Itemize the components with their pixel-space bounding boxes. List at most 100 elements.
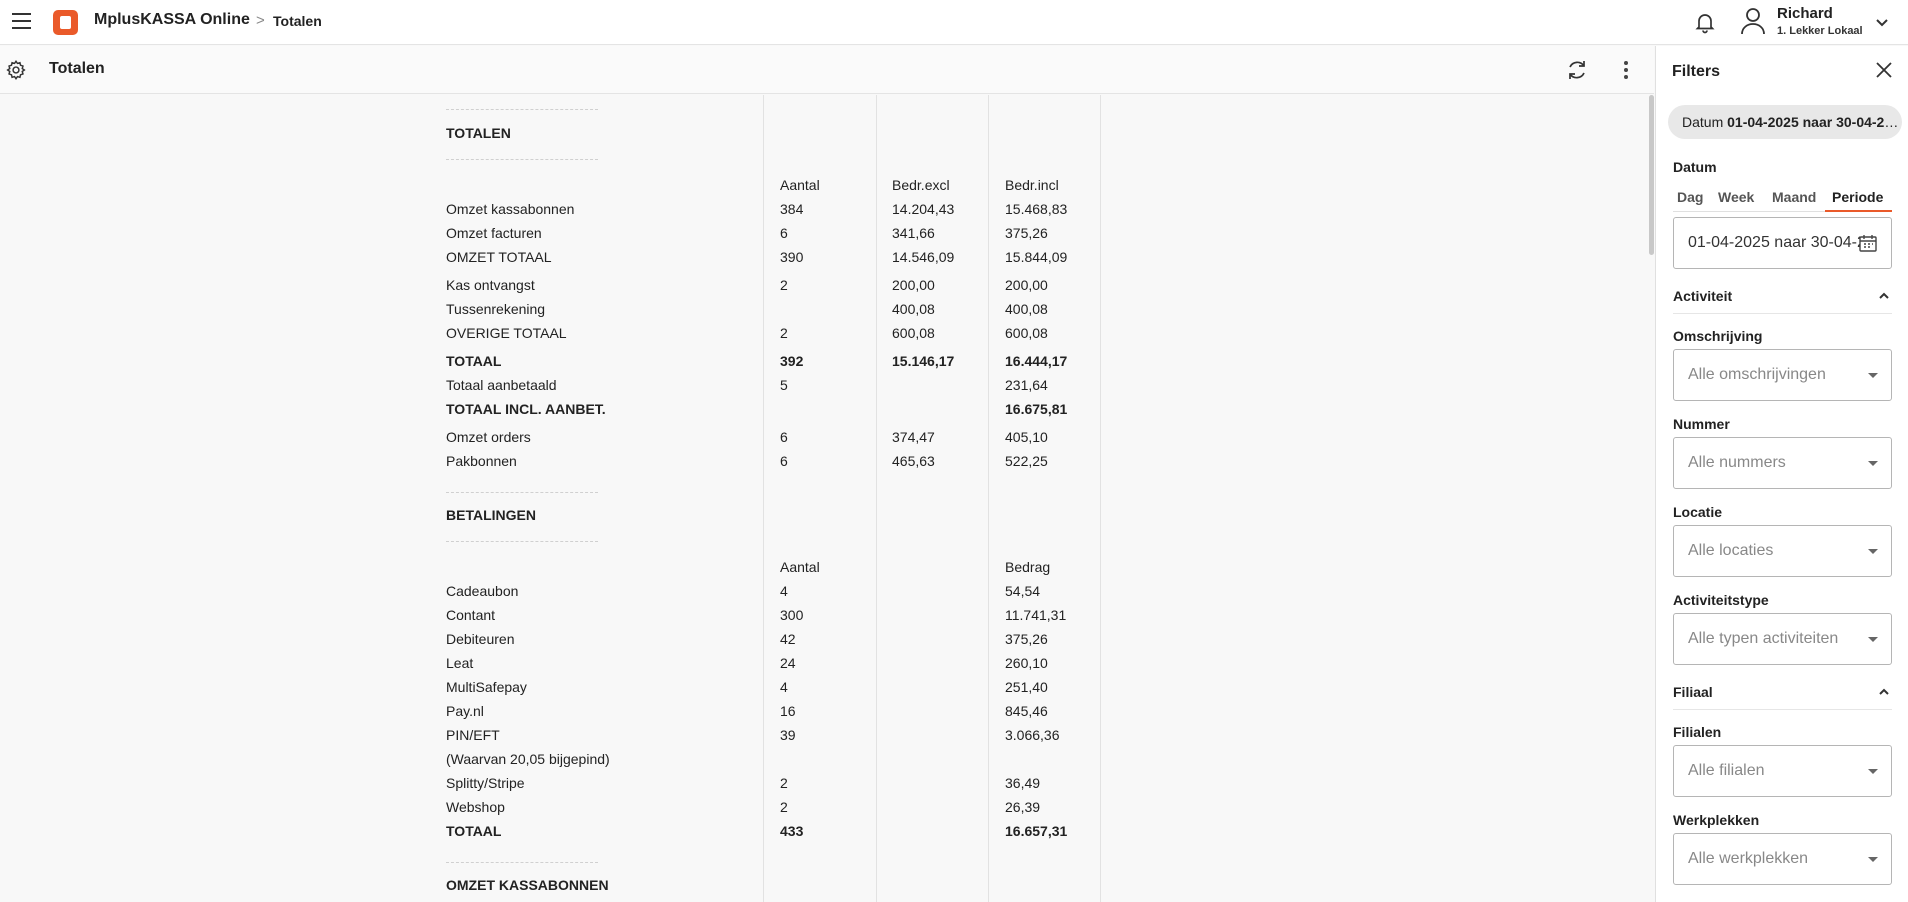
tab-periode[interactable]: Periode [1832, 189, 1883, 205]
table-header: Aantal Bedr.excl Bedr.incl [0, 175, 1654, 195]
caret-down-icon [1868, 549, 1878, 554]
row-label: Omzet kassabonnen [446, 201, 575, 217]
cell-aantal: 2 [780, 277, 788, 293]
werkplekken-label: Werkplekken [1673, 812, 1760, 828]
section-title-betalingen: BETALINGEN [446, 507, 536, 523]
cell-aantal: 6 [780, 225, 788, 241]
scrollbar[interactable] [1649, 95, 1654, 255]
divider [446, 862, 598, 863]
cell-bedrag: 260,10 [1005, 655, 1048, 671]
select-placeholder: Alle nummers [1688, 454, 1786, 471]
cell-bedrag: 16.657,31 [1005, 823, 1068, 839]
cell-bedrag: 11.741,31 [1005, 607, 1067, 623]
active-filter-chip[interactable]: Datum 01-04-2025 naar 30-04-2025 [1668, 105, 1902, 139]
cell-excl: 400,08 [892, 301, 935, 317]
chip-label: Datum [1682, 114, 1728, 130]
cell-bedrag: 54,54 [1005, 583, 1041, 599]
datum-label: Datum [1673, 159, 1717, 175]
column-header: Aantal [780, 177, 820, 193]
cell-aantal: 300 [780, 607, 804, 623]
divider [446, 541, 598, 542]
chevron-up-icon[interactable] [1878, 686, 1890, 698]
gear-icon[interactable] [5, 59, 27, 81]
table-row: Splitty/Stripe 2 36,49 [0, 773, 1654, 793]
table-row: Kas ontvangst 2 200,00 200,00 [0, 275, 1654, 295]
caret-down-icon [1868, 857, 1878, 862]
werkplekken-select[interactable]: Alle werkplekken [1673, 833, 1892, 885]
locatie-label: Locatie [1673, 504, 1723, 520]
date-range-input[interactable]: 01-04-2025 naar 30-04-2025 [1673, 217, 1892, 269]
table-row: (Waarvan 20,05 bijgepind) [0, 749, 1654, 769]
cell-excl: 374,47 [892, 429, 935, 445]
breadcrumb-current: Totalen [273, 13, 322, 29]
user-location[interactable]: 1. Lekker Lokaal [1777, 25, 1863, 37]
divider [446, 492, 598, 493]
activiteitstype-select[interactable]: Alle typen activiteiten [1673, 613, 1892, 665]
select-placeholder: Alle filialen [1688, 762, 1765, 779]
cell-aantal: 433 [780, 823, 804, 839]
row-label: Pakbonnen [446, 453, 517, 469]
cell-aantal: 2 [780, 799, 788, 815]
report-content: TOTALEN Aantal Bedr.excl Bedr.incl Omzet… [0, 95, 1654, 902]
close-icon[interactable] [1874, 60, 1894, 80]
top-bar: MplusKASSA Online > Totalen Richard 1. L… [0, 0, 1908, 45]
cell-aantal: 384 [780, 201, 804, 217]
row-label: Debiteuren [446, 631, 515, 647]
date-range-value: 01-04-2025 naar 30-04-2025 [1688, 234, 1860, 251]
calendar-icon[interactable] [1858, 233, 1878, 253]
user-name[interactable]: Richard [1777, 5, 1833, 22]
row-label: Kas ontvangst [446, 277, 535, 293]
table-row: PIN/EFT 39 3.066,36 [0, 725, 1654, 745]
filialen-select[interactable]: Alle filialen [1673, 745, 1892, 797]
cell-aantal: 6 [780, 429, 788, 445]
section-label: Filiaal [1673, 684, 1713, 700]
tab-dag[interactable]: Dag [1677, 189, 1703, 205]
table-header: Aantal Bedrag [0, 557, 1654, 577]
select-placeholder: Alle werkplekken [1688, 850, 1809, 867]
brand-logo[interactable] [53, 10, 78, 35]
chevron-down-icon[interactable] [1874, 14, 1890, 30]
cell-excl: 15.146,17 [892, 353, 955, 369]
section-activiteit[interactable]: Activiteit [1673, 288, 1892, 314]
bell-icon[interactable] [1693, 10, 1717, 34]
table-row: Omzet orders 6 374,47 405,10 [0, 427, 1654, 447]
row-label: Omzet orders [446, 429, 531, 445]
row-label: Splitty/Stripe [446, 775, 525, 791]
omschrijving-select[interactable]: Alle omschrijvingen [1673, 349, 1892, 401]
table-row: Pakbonnen 6 465,63 522,25 [0, 451, 1654, 471]
row-label: Totaal aanbetaald [446, 377, 557, 393]
chevron-up-icon[interactable] [1878, 290, 1890, 302]
divider [446, 159, 598, 160]
omschrijving-label: Omschrijving [1673, 328, 1763, 344]
tab-week[interactable]: Week [1718, 189, 1754, 205]
cell-incl: 400,08 [1005, 301, 1048, 317]
cell-aantal: 39 [780, 727, 796, 743]
row-label: OMZET TOTAAL [446, 249, 552, 265]
refresh-icon[interactable] [1565, 58, 1589, 82]
user-icon[interactable] [1740, 7, 1766, 35]
more-vertical-icon[interactable] [1620, 58, 1632, 82]
row-label: Contant [446, 607, 496, 623]
cell-aantal: 16 [780, 703, 796, 719]
table-row: Contant 300 11.741,31 [0, 605, 1654, 625]
select-placeholder: Alle locaties [1688, 542, 1774, 559]
cell-incl: 405,10 [1005, 429, 1048, 445]
caret-down-icon [1868, 373, 1878, 378]
column-header: Bedr.incl [1005, 177, 1059, 193]
cell-incl: 600,08 [1005, 325, 1048, 341]
tab-maand[interactable]: Maand [1772, 189, 1816, 205]
row-label: Tussenrekening [446, 301, 546, 317]
cell-aantal: 2 [780, 325, 788, 341]
table-row: Totaal aanbetaald 5 231,64 [0, 375, 1654, 395]
nummer-select[interactable]: Alle nummers [1673, 437, 1892, 489]
menu-icon[interactable] [12, 13, 31, 29]
locatie-select[interactable]: Alle locaties [1673, 525, 1892, 577]
row-label: PIN/EFT [446, 727, 500, 743]
divider [446, 109, 598, 110]
section-filiaal[interactable]: Filiaal [1673, 684, 1892, 710]
breadcrumb-app[interactable]: MplusKASSA Online [94, 11, 250, 29]
table-row-total: TOTAAL 433 16.657,31 [0, 821, 1654, 841]
cell-excl: 200,00 [892, 277, 935, 293]
cell-excl: 600,08 [892, 325, 935, 341]
cell-bedrag: 251,40 [1005, 679, 1048, 695]
